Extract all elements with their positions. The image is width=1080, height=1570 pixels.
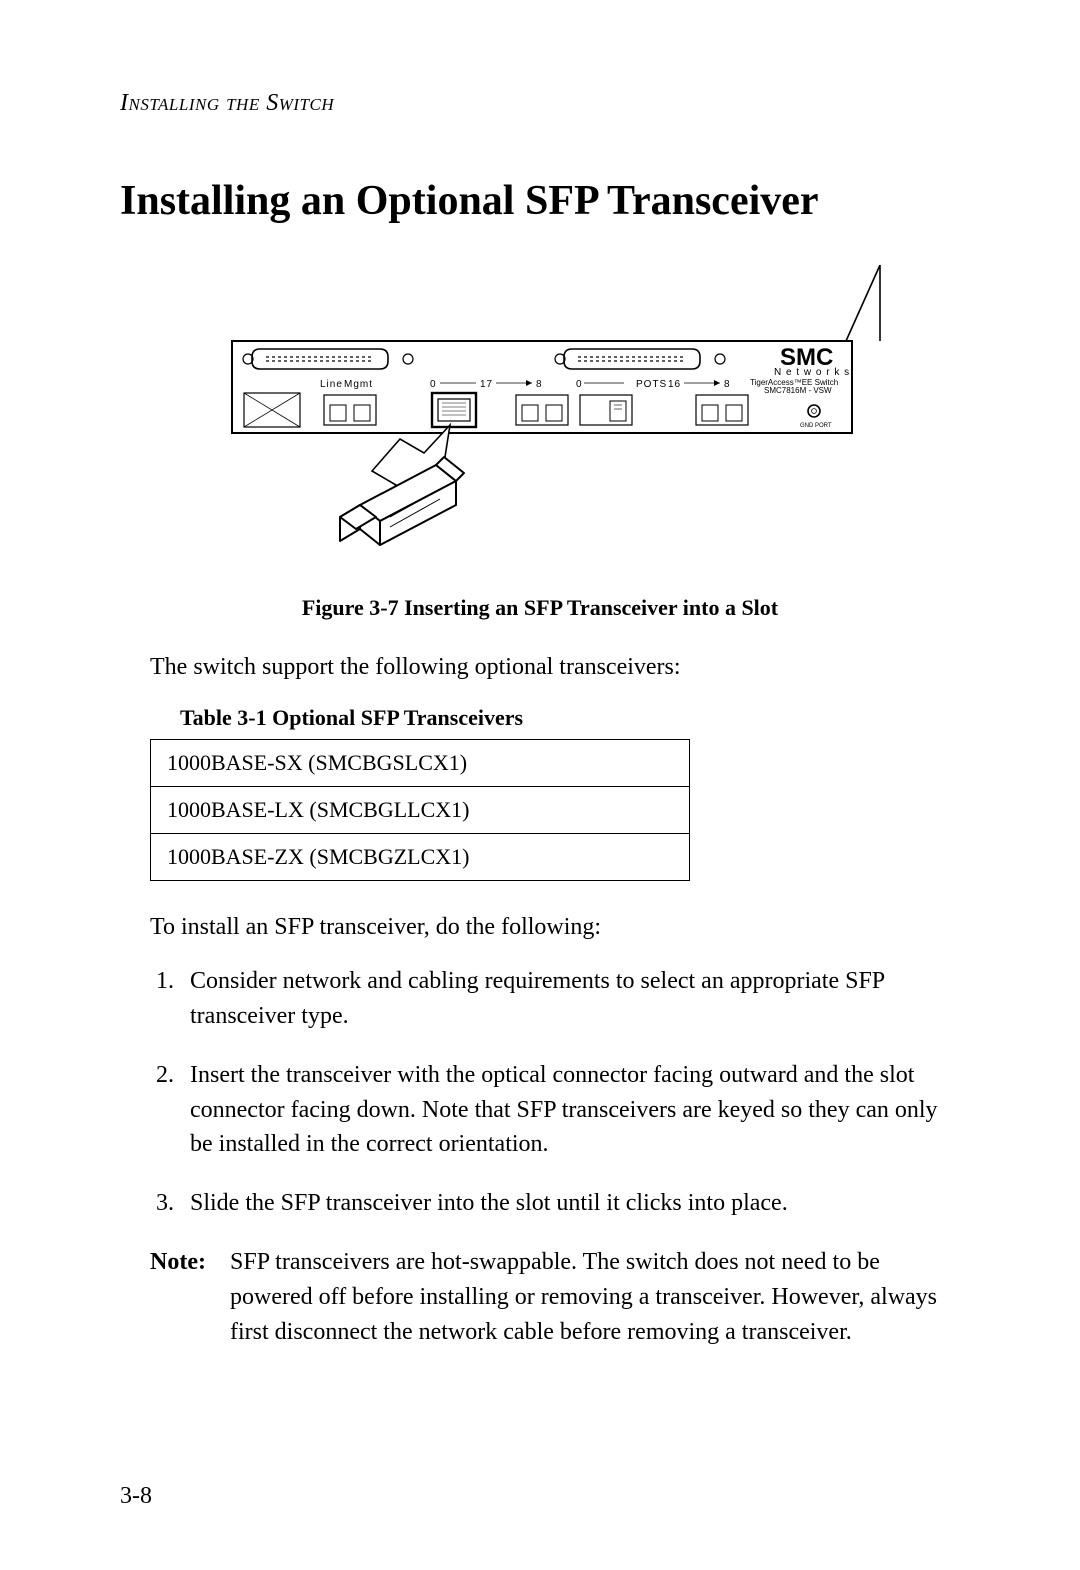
- svg-text:8: 8: [536, 379, 543, 390]
- figure: SMC N e t w o r k s TigerAccess™EE Switc…: [120, 265, 960, 621]
- lead-text: To install an SFP transceiver, do the fo…: [150, 911, 960, 945]
- steps-list: Consider network and cabling requirement…: [150, 964, 960, 1221]
- table-cell: 1000BASE-LX (SMCBGLLCX1): [151, 786, 690, 833]
- svg-text:SMC7816M - VSW: SMC7816M - VSW: [764, 386, 832, 395]
- running-head: Installing the Switch: [120, 90, 960, 117]
- page-number: 3-8: [120, 1483, 152, 1510]
- table-cell: 1000BASE-SX (SMCBGSLCX1): [151, 739, 690, 786]
- note-block: Note: SFP transceivers are hot-swappable…: [150, 1245, 960, 1349]
- list-item: Insert the transceiver with the optical …: [180, 1058, 960, 1162]
- list-item: Slide the SFP transceiver into the slot …: [180, 1186, 960, 1221]
- table-caption: Table 3-1 Optional SFP Transceivers: [180, 705, 960, 731]
- table-row: 1000BASE-SX (SMCBGSLCX1): [151, 739, 690, 786]
- note-label: Note:: [150, 1245, 230, 1349]
- note-text: SFP transceivers are hot-swappable. The …: [230, 1245, 960, 1349]
- table-row: 1000BASE-LX (SMCBGLLCX1): [151, 786, 690, 833]
- sfp-table: 1000BASE-SX (SMCBGSLCX1) 1000BASE-LX (SM…: [150, 739, 690, 881]
- sfp-insertion-diagram: SMC N e t w o r k s TigerAccess™EE Switc…: [120, 265, 960, 585]
- intro-text: The switch support the following optiona…: [150, 651, 960, 685]
- list-item: Consider network and cabling requirement…: [180, 964, 960, 1034]
- table-cell: 1000BASE-ZX (SMCBGZLCX1): [151, 833, 690, 880]
- svg-text:POTS: POTS: [636, 379, 667, 390]
- svg-text:16: 16: [668, 379, 681, 390]
- section-title: Installing an Optional SFP Transceiver: [120, 177, 960, 225]
- page: Installing the Switch Installing an Opti…: [0, 0, 1080, 1570]
- figure-caption: Figure 3-7 Inserting an SFP Transceiver …: [120, 595, 960, 621]
- svg-text:Line: Line: [320, 379, 343, 390]
- svg-text:GND PORT: GND PORT: [800, 423, 832, 429]
- svg-text:Mgmt: Mgmt: [344, 379, 373, 390]
- table-row: 1000BASE-ZX (SMCBGZLCX1): [151, 833, 690, 880]
- svg-text:0: 0: [430, 379, 437, 390]
- svg-text:8: 8: [724, 379, 731, 390]
- svg-text:N e t w o r k s: N e t w o r k s: [774, 367, 850, 378]
- svg-text:17: 17: [480, 379, 493, 390]
- svg-text:0: 0: [576, 379, 583, 390]
